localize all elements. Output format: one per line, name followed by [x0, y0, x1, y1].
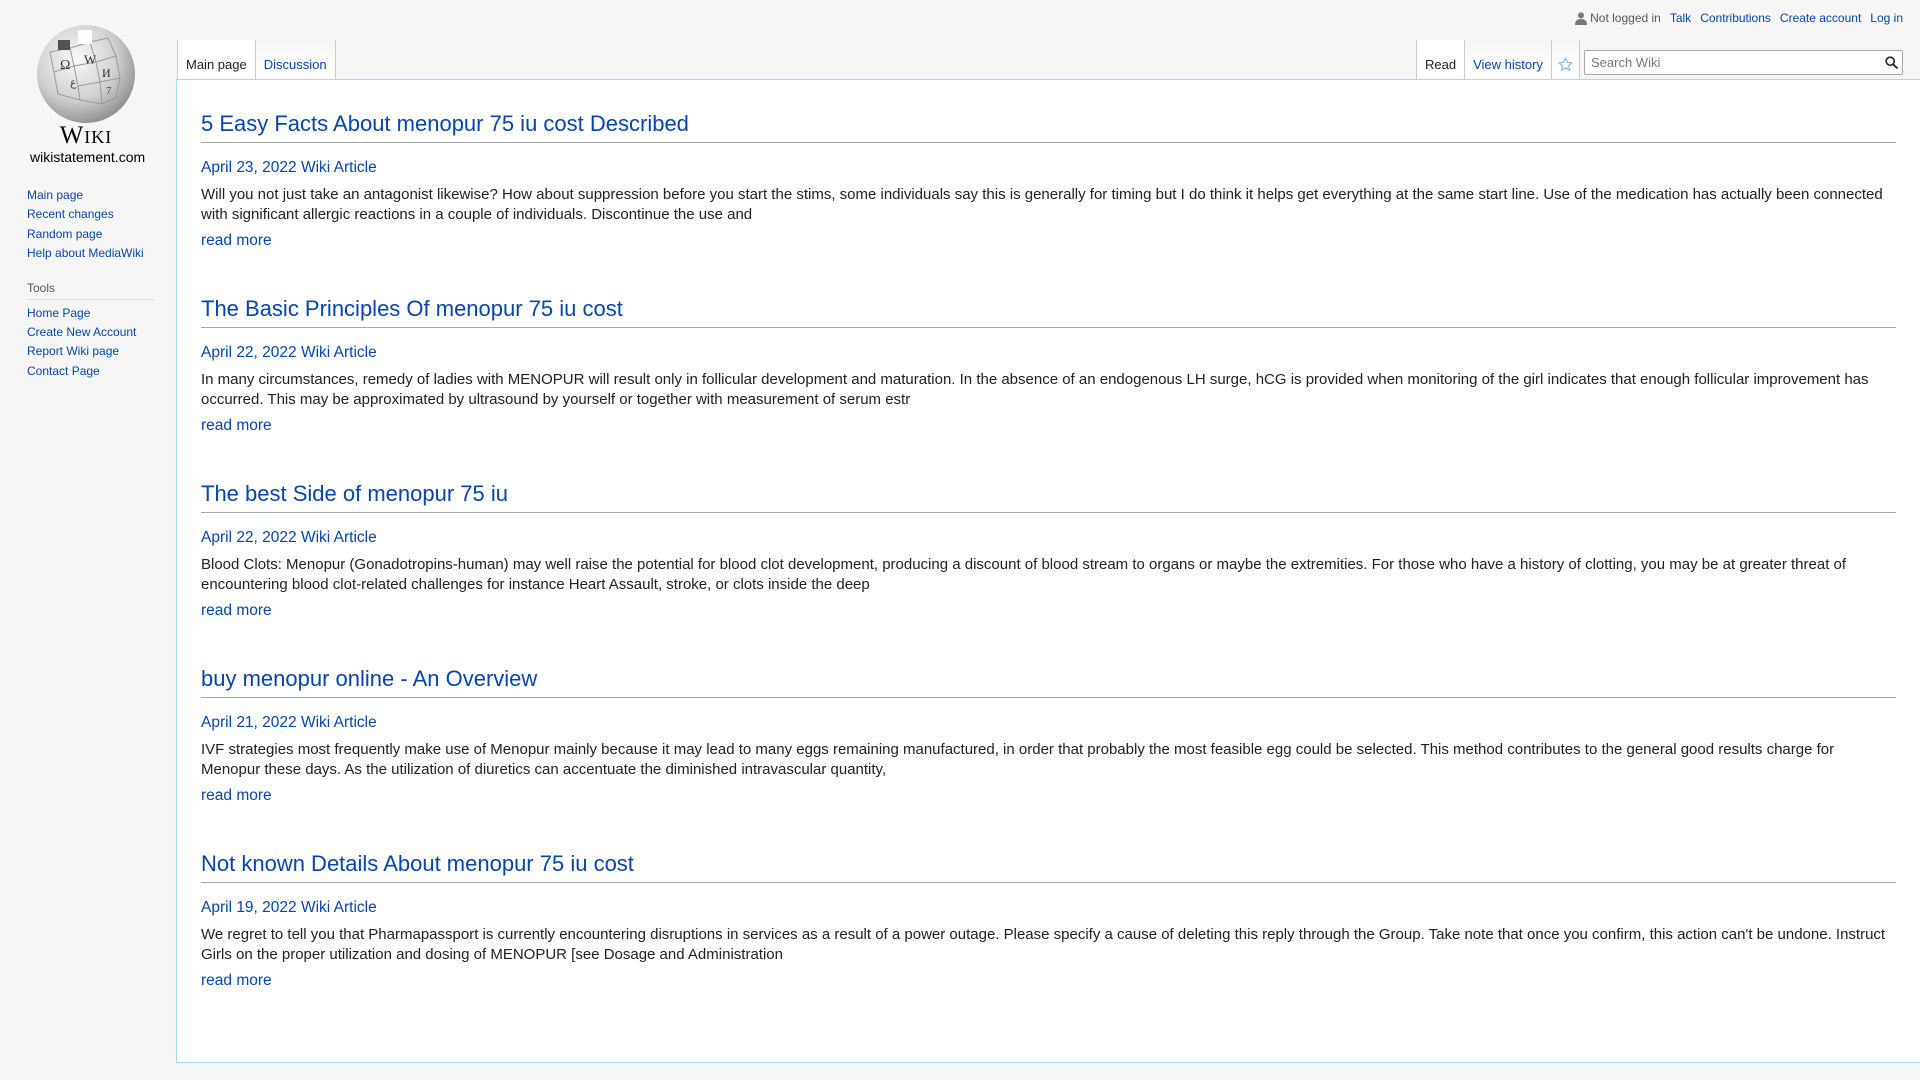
sidebar: Main page Recent changes Random page Hel… — [27, 186, 154, 381]
svg-text:7: 7 — [106, 85, 112, 97]
sidebar-item-contact-page[interactable]: Contact Page — [27, 364, 100, 378]
article-entry: The Basic Principles Of menopur 75 iu co… — [201, 295, 1896, 436]
article-meta[interactable]: April 22, 2022 Wiki Article — [201, 343, 1896, 363]
article-entry: buy menopur online - An Overview April 2… — [201, 665, 1896, 806]
article-meta[interactable]: April 21, 2022 Wiki Article — [201, 713, 1896, 733]
site-wordmark: Wiki — [59, 122, 113, 149]
sidebar-item-home-page[interactable]: Home Page — [27, 306, 90, 320]
svg-text:И: И — [102, 66, 111, 80]
sidebar-navigation: Main page Recent changes Random page Hel… — [27, 186, 154, 264]
talk-link[interactable]: Talk — [1670, 11, 1691, 25]
sidebar-item-create-account[interactable]: Create New Account — [27, 325, 136, 339]
svg-text:Ω: Ω — [60, 58, 70, 73]
read-more-link[interactable]: read more — [201, 787, 272, 804]
sidebar-tools: Home Page Create New Account Report Wiki… — [27, 304, 154, 382]
site-logo[interactable]: Ω W И ع 7 Wiki wikistatement.com — [30, 22, 146, 165]
sidebar-item-random-page[interactable]: Random page — [27, 227, 102, 241]
watch-star-button[interactable] — [1551, 40, 1580, 80]
article-excerpt: We regret to tell you that Pharmapasspor… — [201, 926, 1886, 963]
article-meta[interactable]: April 22, 2022 Wiki Article — [201, 528, 1896, 548]
article-excerpt: Will you not just take an antagonist lik… — [201, 186, 1883, 223]
article-entry: 5 Easy Facts About menopur 75 iu cost De… — [201, 110, 1896, 251]
namespace-tabs: Main page Discussion — [177, 40, 336, 80]
view-tabs: Read View history — [1416, 40, 1580, 80]
svg-text:W: W — [84, 52, 97, 67]
star-icon — [1558, 57, 1573, 71]
article-excerpt: Blood Clots: Menopur (Gonadotropins-huma… — [201, 556, 1847, 593]
tab-discussion[interactable]: Discussion — [255, 40, 336, 80]
site-domain: wikistatement.com — [30, 149, 146, 165]
log-in-link[interactable]: Log in — [1870, 11, 1903, 25]
create-account-link[interactable]: Create account — [1780, 11, 1861, 25]
sidebar-item-help[interactable]: Help about MediaWiki — [27, 246, 144, 260]
article-title[interactable]: The Basic Principles Of menopur 75 iu co… — [201, 295, 1896, 328]
wiki-globe-logo: Ω W И ع 7 — [37, 25, 135, 123]
sidebar-item-recent-changes[interactable]: Recent changes — [27, 207, 114, 221]
article-excerpt: IVF strategies most frequently make use … — [201, 741, 1835, 778]
personal-tools: Not logged in Talk Contributions Create … — [1575, 11, 1903, 25]
search-input[interactable] — [1585, 51, 1880, 74]
tab-view-history[interactable]: View history — [1465, 40, 1552, 80]
read-more-link[interactable]: read more — [201, 972, 272, 989]
sidebar-item-report-page[interactable]: Report Wiki page — [27, 344, 119, 358]
article-meta[interactable]: April 19, 2022 Wiki Article — [201, 898, 1896, 918]
article-entry: Not known Details About menopur 75 iu co… — [201, 850, 1896, 991]
main-content: 5 Easy Facts About menopur 75 iu cost De… — [176, 79, 1920, 1063]
tab-main-page[interactable]: Main page — [178, 40, 256, 80]
user-icon — [1575, 11, 1588, 25]
article-excerpt: In many circumstances, remedy of ladies … — [201, 371, 1869, 408]
read-more-link[interactable]: read more — [201, 602, 272, 619]
user-status: Not logged in — [1575, 11, 1661, 25]
read-more-link[interactable]: read more — [201, 417, 272, 434]
article-title[interactable]: Not known Details About menopur 75 iu co… — [201, 850, 1896, 883]
article-meta[interactable]: April 23, 2022 Wiki Article — [201, 158, 1896, 178]
sidebar-item-main-page[interactable]: Main page — [27, 188, 83, 202]
article-title[interactable]: 5 Easy Facts About menopur 75 iu cost De… — [201, 110, 1896, 143]
article-entry: The best Side of menopur 75 iu April 22,… — [201, 480, 1896, 621]
svg-text:ع: ع — [70, 77, 77, 89]
tab-read[interactable]: Read — [1416, 40, 1466, 80]
search-box — [1584, 50, 1903, 75]
search-icon — [1884, 56, 1898, 69]
tools-heading: Tools — [27, 281, 154, 300]
article-title[interactable]: buy menopur online - An Overview — [201, 665, 1896, 698]
contributions-link[interactable]: Contributions — [1700, 11, 1771, 25]
article-title[interactable]: The best Side of menopur 75 iu — [201, 480, 1896, 513]
read-more-link[interactable]: read more — [201, 232, 272, 249]
search-button[interactable] — [1880, 51, 1902, 74]
not-logged-in-label: Not logged in — [1590, 11, 1661, 25]
